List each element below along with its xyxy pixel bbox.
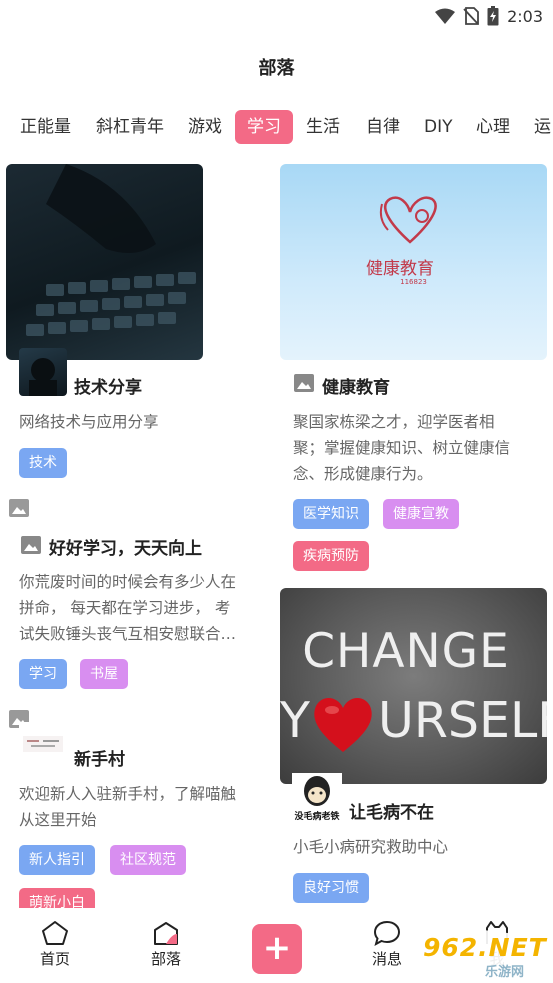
change-avatar: 没毛病老铁 xyxy=(292,773,342,823)
newbie-avatar xyxy=(19,722,67,770)
tab-diy[interactable]: DIY xyxy=(412,110,465,144)
change-image-line1: CHANGE xyxy=(302,624,510,679)
health-card-title[interactable]: 健康教育 xyxy=(322,373,390,398)
tag-lianghaoxiguan[interactable]: 良好习惯 xyxy=(293,873,369,903)
study-image-icon xyxy=(21,536,41,554)
page-title: 部落 xyxy=(258,58,295,79)
tag-shequguifan[interactable]: 社区规范 xyxy=(110,845,186,875)
health-image-title: 健康教育 xyxy=(366,259,434,279)
change-card-title[interactable]: 让毛病不在 xyxy=(349,798,434,823)
add-post-button[interactable]: + xyxy=(252,924,302,974)
tag-yixuezhishi[interactable]: 医学知识 xyxy=(293,499,369,529)
status-time: 2:03 xyxy=(507,6,543,26)
newbie-card-desc: 欢迎新人入驻新手村，了解喵触 从这里开始 xyxy=(19,785,237,829)
tab-youxi[interactable]: 游戏 xyxy=(176,110,234,144)
tech-card-title[interactable]: 技术分享 xyxy=(74,373,142,398)
health-card-image[interactable]: 健康教育 116823 xyxy=(280,164,547,360)
site-watermark: 962.NET 乐游网 xyxy=(413,925,553,983)
tech-card-image[interactable] xyxy=(6,164,203,360)
tag-jishu[interactable]: 技术 xyxy=(19,448,67,478)
tag-xuexi[interactable]: 学习 xyxy=(19,659,67,689)
tab-xiegangqingnian[interactable]: 斜杠青年 xyxy=(84,110,176,144)
tag-jibingyufang[interactable]: 疾病预防 xyxy=(293,541,369,571)
tab-zilv[interactable]: 自律 xyxy=(354,110,412,144)
newbie-card-title[interactable]: 新手村 xyxy=(74,745,125,770)
image-placeholder-icon xyxy=(9,499,29,517)
wifi-icon xyxy=(435,8,456,24)
nav-home-label: 首页 xyxy=(39,950,70,968)
nav-tribe[interactable]: 部落 xyxy=(131,908,201,969)
change-card-image[interactable]: CHANGE Y URSELF xyxy=(280,588,547,784)
health-card-desc: 聚国家栋梁之才，迎学医者相 聚；掌握健康知识、树立健康信 念、形成健康行为。 xyxy=(293,413,511,483)
watermark-sub: 乐游网 xyxy=(485,965,525,980)
status-bar: 2:03 xyxy=(0,0,553,32)
tab-xuexi[interactable]: 学习 xyxy=(235,110,293,144)
no-sim-icon xyxy=(463,7,479,25)
tab-zhengnengliang[interactable]: 正能量 xyxy=(8,110,83,144)
study-card-desc: 你荒废时间的时候会有多少人在 拼命， 每天都在学习进步， 考 试失败锤头丧气互相… xyxy=(19,573,237,643)
tag-shuwu[interactable]: 书屋 xyxy=(80,659,128,689)
nav-messages[interactable]: 消息 xyxy=(352,908,422,969)
tab-shenghuo[interactable]: 生活 xyxy=(294,110,352,144)
keyboard-illustration xyxy=(26,164,196,336)
change-image-line2: Y URSELF xyxy=(280,692,547,752)
watermark-text: 962.NET xyxy=(423,933,547,962)
tag-jiankangxuanjiao[interactable]: 健康宣教 xyxy=(383,499,459,529)
category-tabs: 正能量 斜杠青年 游戏 学习 生活 自律 DIY 心理 运 xyxy=(0,110,553,146)
nav-tribe-label: 部落 xyxy=(150,950,181,968)
red-heart-icon xyxy=(314,697,372,752)
tag-xinrenzhiyin[interactable]: 新人指引 xyxy=(19,845,95,875)
change-card-desc: 小毛小病研究救助中心 xyxy=(293,838,449,856)
chat-bubble-icon xyxy=(373,920,401,946)
change-avatar-caption: 没毛病老铁 xyxy=(294,812,340,822)
nav-messages-label: 消息 xyxy=(371,950,402,968)
health-image-icon xyxy=(294,374,314,392)
health-image-code: 116823 xyxy=(400,278,427,286)
tech-card-desc: 网络技术与应用分享 xyxy=(19,413,159,431)
home-icon xyxy=(42,921,68,945)
status-icons: 2:03 xyxy=(435,6,543,26)
study-card-title[interactable]: 好好学习，天天向上 xyxy=(49,534,202,559)
battery-icon xyxy=(487,6,499,26)
nav-home[interactable]: 首页 xyxy=(20,908,90,969)
tab-xinli[interactable]: 心理 xyxy=(464,110,522,144)
tribe-icon xyxy=(154,922,178,945)
tech-avatar xyxy=(19,348,67,396)
tab-yun[interactable]: 运 xyxy=(522,110,553,144)
